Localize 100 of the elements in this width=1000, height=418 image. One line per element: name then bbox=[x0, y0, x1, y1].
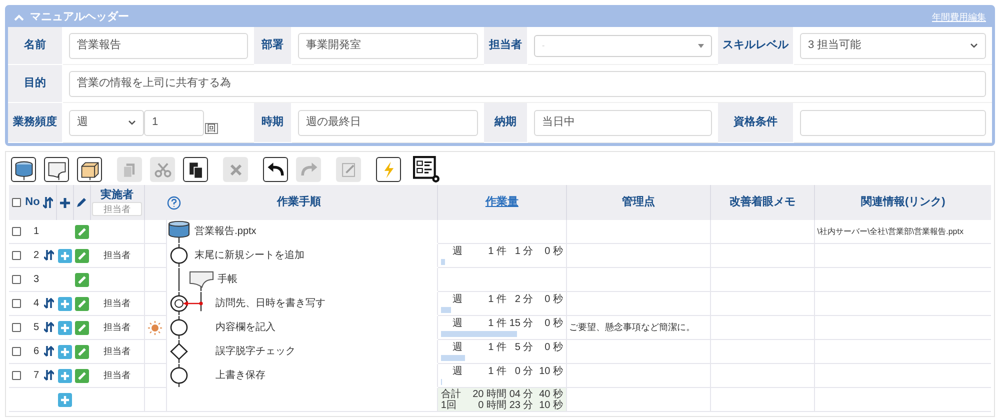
checkbox[interactable] bbox=[12, 370, 21, 380]
field-label: 資格条件 bbox=[734, 114, 778, 130]
column-header: 実施者 bbox=[100, 189, 134, 202]
pencil-icon bbox=[76, 226, 87, 236]
row-number: 3 bbox=[33, 274, 40, 285]
paste-button[interactable] bbox=[183, 157, 208, 182]
timing-field[interactable]: 週の最終日 bbox=[298, 110, 478, 136]
database-symbol[interactable] bbox=[168, 220, 190, 238]
procedure-step: 営業報告.pptx bbox=[194, 224, 256, 239]
checkbox[interactable] bbox=[12, 250, 21, 260]
edit-button[interactable] bbox=[74, 224, 89, 238]
count-text: 1 件 bbox=[487, 246, 506, 258]
period-text: 週 bbox=[452, 342, 463, 354]
procedure-step: 上書き保存 bbox=[216, 368, 266, 383]
procedure-step: 訪問先、日時を書き写す bbox=[216, 296, 326, 311]
pencil-icon[interactable] bbox=[76, 197, 88, 208]
checkbox[interactable] bbox=[12, 346, 21, 356]
count-text: 1 件 bbox=[487, 342, 506, 354]
skill-level-select[interactable]: 3 担当可能 bbox=[800, 32, 986, 58]
plus-icon[interactable] bbox=[60, 198, 70, 208]
sort-icon[interactable] bbox=[44, 322, 54, 333]
row-number: 7 bbox=[33, 370, 40, 381]
pencil-icon bbox=[76, 370, 87, 380]
minutes-text: 04 分 bbox=[508, 388, 534, 400]
department-field[interactable]: 事業開発室 bbox=[298, 32, 478, 58]
plus-icon bbox=[60, 346, 70, 356]
checklist-settings-icon[interactable] bbox=[413, 156, 440, 183]
edit-button[interactable] bbox=[74, 344, 89, 358]
checkbox[interactable] bbox=[12, 298, 21, 308]
sort-icon[interactable] bbox=[44, 370, 54, 381]
sort-icon[interactable] bbox=[44, 298, 54, 309]
row-number: 1 bbox=[33, 226, 40, 237]
deadline-field[interactable]: 当日中 bbox=[534, 110, 712, 136]
sort-icon[interactable] bbox=[44, 250, 54, 261]
pencil-icon bbox=[76, 346, 87, 356]
diamond-symbol[interactable] bbox=[170, 342, 188, 360]
qualification-field[interactable] bbox=[800, 110, 986, 136]
document-button[interactable] bbox=[44, 157, 69, 182]
process-circle[interactable] bbox=[170, 247, 188, 264]
assignee-text: 担当者 bbox=[103, 370, 130, 380]
column-header: 改善着眼メモ bbox=[730, 196, 796, 208]
totals-label: 合計 bbox=[440, 388, 461, 400]
name-field[interactable]: 営業報告 bbox=[69, 32, 248, 58]
row-number: 6 bbox=[33, 346, 40, 357]
edit-button[interactable] bbox=[74, 368, 89, 382]
field-label: 名前 bbox=[24, 38, 46, 54]
field-label: スキルレベル bbox=[722, 38, 788, 54]
related-link[interactable]: \社内サーバー\全社\営業部\営業報告.pptx bbox=[817, 227, 964, 236]
unit-label: 回 bbox=[205, 122, 218, 134]
row-number: 4 bbox=[33, 298, 40, 309]
seconds-text: 0 秒 bbox=[544, 342, 563, 354]
checkbox[interactable] bbox=[12, 274, 21, 284]
sort-icon[interactable] bbox=[43, 196, 54, 208]
procedure-step: 誤字脱字チェック bbox=[216, 344, 296, 359]
period-text: 週 bbox=[452, 366, 463, 378]
document-symbol[interactable] bbox=[189, 271, 214, 288]
plus-icon bbox=[60, 298, 70, 308]
checkbox[interactable] bbox=[12, 198, 21, 207]
field-label: 時期 bbox=[262, 114, 284, 130]
database-button[interactable] bbox=[11, 157, 36, 182]
count-field[interactable]: 1 bbox=[144, 110, 204, 136]
double-circle-symbol[interactable] bbox=[170, 295, 188, 312]
checkbox[interactable] bbox=[12, 226, 21, 236]
field-label: 業務頻度 bbox=[13, 114, 57, 130]
performer-filter-field[interactable]: 担当者 bbox=[92, 202, 142, 216]
procedure-step: 手帳 bbox=[218, 272, 238, 287]
count-text: 1 件 bbox=[487, 318, 506, 330]
hours-text: 20 時間 bbox=[472, 388, 506, 400]
box-button[interactable] bbox=[77, 157, 102, 182]
process-circle[interactable] bbox=[170, 319, 188, 336]
pencil-icon bbox=[76, 274, 87, 284]
workload-link[interactable]: 作業量 bbox=[485, 196, 518, 208]
count-text: 1 件 bbox=[487, 294, 506, 306]
field-label: 納期 bbox=[494, 114, 516, 130]
assignee-text: 担当者 bbox=[103, 346, 130, 356]
frequency-select[interactable]: 週 bbox=[69, 110, 144, 136]
edit-button[interactable] bbox=[74, 272, 89, 286]
procedure-step: 末尾に新規シートを追加 bbox=[194, 248, 305, 263]
minutes-text: 5 分 bbox=[514, 342, 534, 354]
lightning-button[interactable] bbox=[376, 157, 401, 182]
column-header: 関連情報(リンク) bbox=[860, 196, 946, 208]
sort-icon[interactable] bbox=[44, 346, 54, 357]
plus-icon bbox=[60, 394, 70, 404]
plus-icon bbox=[60, 370, 70, 380]
process-circle[interactable] bbox=[170, 367, 188, 384]
assignee-text: 担当者 bbox=[103, 298, 130, 308]
plus-icon bbox=[60, 250, 70, 260]
database-icon bbox=[12, 158, 34, 180]
field-label: 部署 bbox=[262, 38, 284, 54]
pencil-icon bbox=[76, 250, 87, 260]
undo-button[interactable] bbox=[263, 157, 288, 182]
edit-button[interactable] bbox=[74, 248, 89, 262]
chevron-down-icon bbox=[128, 120, 136, 125]
purpose-field[interactable]: 営業の情報を上司に共有する為 bbox=[69, 70, 986, 96]
row-number: 5 bbox=[33, 322, 40, 333]
control-note: ご要望、懸念事項など簡潔に。 bbox=[569, 322, 695, 332]
help-icon[interactable] bbox=[167, 196, 182, 210]
checkbox[interactable] bbox=[12, 322, 21, 332]
edit-button[interactable] bbox=[74, 296, 89, 310]
edit-button[interactable] bbox=[74, 320, 89, 334]
